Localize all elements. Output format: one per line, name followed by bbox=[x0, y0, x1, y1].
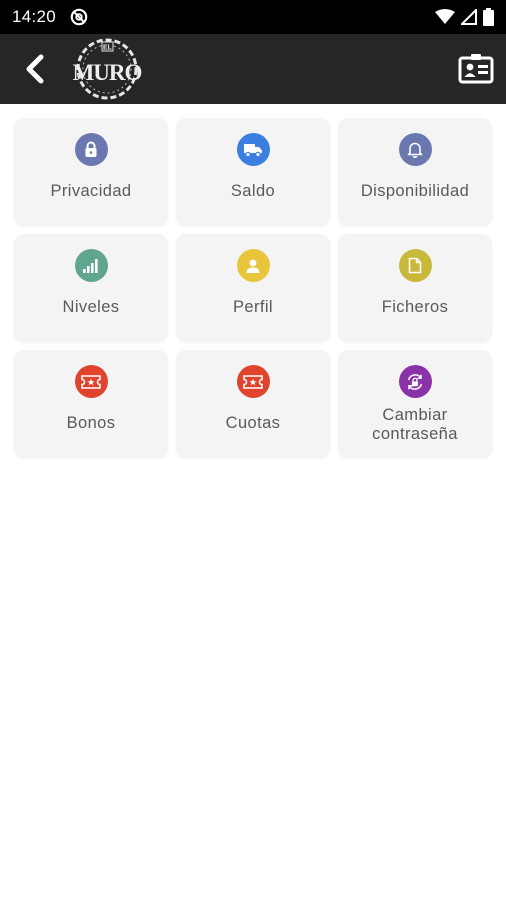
file-icon bbox=[398, 249, 432, 282]
menu-item-label: Cambiar contraseña bbox=[372, 406, 458, 444]
menu-item-label: Privacidad bbox=[50, 182, 132, 200]
menu-item-perfil[interactable]: Perfil bbox=[176, 234, 330, 342]
menu-item-label: Perfil bbox=[233, 298, 273, 316]
app-bar: EL MURO bbox=[0, 34, 506, 104]
menu-item-privacidad[interactable]: Privacidad bbox=[14, 118, 168, 226]
lock-icon bbox=[74, 133, 108, 166]
menu-item-label: Disponibilidad bbox=[360, 182, 470, 200]
lock-refresh-icon bbox=[398, 365, 432, 398]
svg-text:EL: EL bbox=[103, 45, 113, 52]
menu-item-ficheros[interactable]: Ficheros bbox=[338, 234, 492, 342]
menu-item-label-line1: Cambiar bbox=[382, 406, 448, 424]
muro-logo: EL MURO bbox=[73, 38, 142, 100]
id-card-icon bbox=[458, 54, 494, 84]
menu-item-bonos[interactable]: Bonos bbox=[14, 350, 168, 458]
menu-item-label-line2: contraseña bbox=[372, 425, 458, 443]
status-bar: 14:20 bbox=[0, 0, 506, 34]
bell-icon bbox=[398, 133, 432, 166]
signal-icon bbox=[461, 9, 477, 25]
menu-item-label: Saldo bbox=[230, 182, 276, 200]
battery-icon bbox=[483, 8, 494, 26]
menu-item-label: Cuotas bbox=[225, 414, 281, 432]
status-time: 14:20 bbox=[12, 7, 57, 26]
user-icon bbox=[236, 249, 270, 282]
menu-item-niveles[interactable]: Niveles bbox=[14, 234, 168, 342]
menu-item-label: Ficheros bbox=[381, 298, 449, 316]
signal-bars-icon bbox=[74, 249, 108, 282]
ticket-icon bbox=[236, 365, 270, 398]
menu-item-saldo[interactable]: Saldo bbox=[176, 118, 330, 226]
at-sign-icon bbox=[70, 8, 88, 26]
menu-item-cambiar-contrasena[interactable]: Cambiar contraseña bbox=[338, 350, 492, 458]
wifi-icon bbox=[435, 9, 455, 24]
ticket-icon bbox=[74, 365, 108, 398]
menu-item-cuotas[interactable]: Cuotas bbox=[176, 350, 330, 458]
menu-item-disponibilidad[interactable]: Disponibilidad bbox=[338, 118, 492, 226]
menu-grid: Privacidad Saldo Disponibilidad Niveles … bbox=[14, 118, 492, 458]
svg-text:MURO: MURO bbox=[73, 60, 142, 85]
menu-item-label: Niveles bbox=[62, 298, 120, 316]
chevron-left-icon bbox=[26, 54, 44, 84]
truck-icon bbox=[236, 133, 270, 166]
back-button[interactable] bbox=[14, 48, 54, 90]
id-card-button[interactable] bbox=[456, 50, 496, 88]
menu-item-label: Bonos bbox=[66, 414, 116, 432]
